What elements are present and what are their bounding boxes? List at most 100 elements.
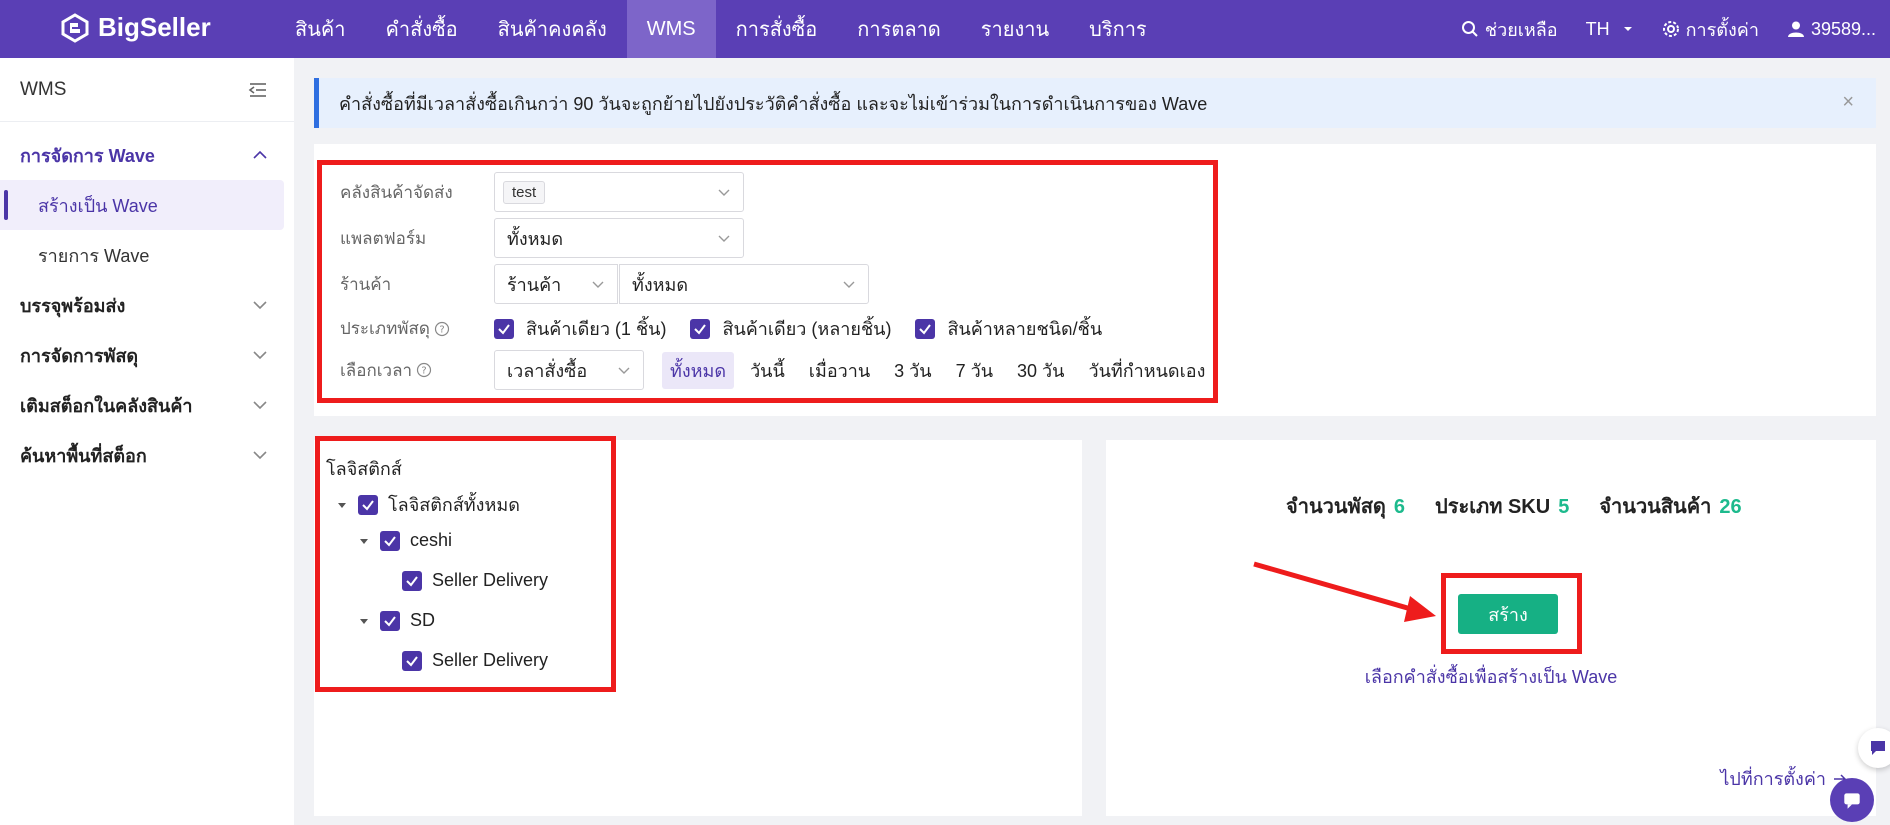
- store-value: ทั้งหมด: [632, 274, 689, 295]
- time-option-all[interactable]: ทั้งหมด: [662, 351, 735, 389]
- sidebar-item-wave-list[interactable]: รายการ Wave: [0, 230, 294, 280]
- caret-down-icon[interactable]: [336, 499, 348, 511]
- store-label: ร้านค้า: [340, 274, 392, 294]
- sidebar-group-wave[interactable]: การจัดการ Wave: [0, 130, 294, 180]
- checkbox-checked-icon[interactable]: [690, 318, 711, 339]
- store-select[interactable]: ทั้งหมด: [619, 264, 869, 304]
- checkbox-checked-icon[interactable]: [494, 318, 514, 339]
- stat-label: จำนวนสินค้า: [1599, 496, 1712, 518]
- stat-label: จำนวนพัสดุ: [1286, 496, 1386, 518]
- parcel-type-single-multi[interactable]: สินค้าเดียว (หลายชิ้น): [690, 314, 891, 343]
- checkbox-checked-icon[interactable]: [380, 610, 400, 631]
- time-option-yesterday[interactable]: เมื่อวาน: [801, 352, 878, 389]
- svg-text:?: ?: [421, 366, 426, 377]
- tree-node-label: ceshi: [410, 530, 453, 550]
- alert-text: คำสั่งซื้อที่มีเวลาสั่งซื้อเกินกว่า 90 ว…: [339, 93, 1208, 114]
- checkbox-checked-icon[interactable]: [402, 570, 422, 591]
- summary-stats: จำนวนพัสดุ 6 ประเภท SKU 5 จำนวนสินค้า 26: [1286, 490, 1742, 522]
- sidebar-item-create-wave[interactable]: สร้างเป็น Wave: [0, 180, 284, 230]
- nav-products[interactable]: สินค้า: [275, 0, 366, 58]
- checkbox-checked-icon[interactable]: [380, 530, 400, 551]
- gear-icon: [1662, 21, 1679, 37]
- goto-settings-link[interactable]: ไปที่การตั้งค่า: [1720, 764, 1848, 793]
- warehouse-select[interactable]: test: [494, 172, 744, 212]
- stat-value: 5: [1558, 496, 1570, 518]
- help-link[interactable]: ช่วยเหลือ: [1447, 15, 1572, 44]
- feedback-float-button[interactable]: [1858, 728, 1890, 768]
- tree-node-sd-seller-delivery[interactable]: Seller Delivery: [402, 650, 548, 671]
- checkbox-checked-icon[interactable]: [402, 650, 422, 671]
- search-icon: [1461, 21, 1478, 37]
- nav-orders[interactable]: คำสั่งซื้อ: [366, 0, 478, 58]
- stat-value: 6: [1393, 496, 1406, 518]
- platform-label: แพลตฟอร์ม: [340, 228, 427, 248]
- filter-row-parcel-type: ประเภทพัสดุ ? สินค้าเดียว (1 ชิ้น) สินค้…: [340, 314, 1126, 343]
- tree-node-all[interactable]: โลจิสติกส์ทั้งหมด: [336, 490, 520, 519]
- nav-inventory[interactable]: สินค้าคงคลัง: [478, 0, 627, 58]
- logo[interactable]: BigSeller: [60, 12, 211, 43]
- settings-link[interactable]: การตั้งค่า: [1648, 15, 1773, 44]
- parcel-type-label: ประเภทพัสดุ ?: [340, 315, 494, 342]
- support-chat-button[interactable]: [1830, 778, 1874, 822]
- checkbox-checked-icon[interactable]: [915, 318, 936, 339]
- collapse-menu-icon[interactable]: [248, 80, 268, 100]
- tree-node-label: โลจิสติกส์ทั้งหมด: [388, 495, 520, 515]
- nav-reports[interactable]: รายงาน: [961, 0, 1069, 58]
- language-label: TH: [1585, 18, 1610, 39]
- settings-label: การตั้งค่า: [1685, 19, 1759, 40]
- stat-parcels: จำนวนพัสดุ 6: [1286, 490, 1405, 522]
- user-name: 39589...: [1810, 18, 1876, 39]
- sidebar-group-label: เติมสต็อกในคลังสินค้า: [20, 395, 193, 416]
- tree-node-ceshi-seller-delivery[interactable]: Seller Delivery: [402, 570, 548, 591]
- chevron-down-icon: [843, 281, 855, 288]
- close-icon[interactable]: ×: [1842, 91, 1854, 114]
- warehouse-tag: test: [503, 180, 546, 204]
- caret-down-icon[interactable]: [358, 535, 370, 547]
- language-selector[interactable]: TH: [1572, 19, 1648, 40]
- time-label-text: เลือกเวลา: [340, 360, 413, 380]
- caret-down-icon[interactable]: [358, 615, 370, 627]
- checkbox-checked-icon[interactable]: [358, 494, 378, 515]
- tree-node-label: SD: [410, 610, 436, 630]
- filter-row-store: ร้านค้า ร้านค้า ทั้งหมด: [340, 264, 869, 304]
- store-type-select[interactable]: ร้านค้า: [494, 264, 618, 304]
- chevron-down-icon: [253, 351, 267, 360]
- sidebar-title: WMS: [20, 78, 67, 100]
- parcel-type-single-one[interactable]: สินค้าเดียว (1 ชิ้น): [494, 314, 666, 343]
- chevron-down-icon: [718, 235, 730, 242]
- chevron-down-icon: [592, 281, 604, 288]
- parcel-type-label-3: สินค้าหลายชนิด/ชิ้น: [947, 319, 1103, 339]
- svg-text:?: ?: [439, 324, 444, 335]
- parcel-type-multi[interactable]: สินค้าหลายชนิด/ชิ้น: [915, 314, 1102, 343]
- nav-services[interactable]: บริการ: [1069, 0, 1167, 58]
- nav-marketing[interactable]: การตลาด: [837, 0, 961, 58]
- help-icon[interactable]: ?: [416, 362, 432, 378]
- sidebar-group-parcel[interactable]: การจัดการพัสดุ: [0, 330, 294, 380]
- nav-wms[interactable]: WMS: [626, 0, 716, 58]
- sidebar-group-restock[interactable]: เติมสต็อกในคลังสินค้า: [0, 380, 294, 430]
- time-option-30days[interactable]: 30 วัน: [1009, 352, 1072, 389]
- filter-row-platform: แพลตฟอร์ม ทั้งหมด: [340, 218, 744, 258]
- nav-purchase[interactable]: การสั่งซื้อ: [716, 0, 838, 58]
- user-icon: [1787, 21, 1804, 37]
- create-wave-button[interactable]: สร้าง: [1458, 594, 1558, 634]
- sidebar-group-packing[interactable]: บรรจุพร้อมส่ง: [0, 280, 294, 330]
- help-icon[interactable]: ?: [434, 321, 450, 337]
- tree-node-sd[interactable]: SD: [358, 610, 435, 631]
- sidebar-group-stock-location[interactable]: ค้นหาพื้นที่สต็อก: [0, 430, 294, 480]
- main-menu: สินค้า คำสั่งซื้อ สินค้าคงคลัง WMS การสั…: [275, 0, 1167, 58]
- user-menu[interactable]: 39589...: [1773, 19, 1890, 40]
- time-type-select[interactable]: เวลาสั่งซื้อ: [494, 350, 644, 390]
- sidebar-group-label: บรรจุพร้อมส่ง: [20, 295, 126, 316]
- time-option-3days[interactable]: 3 วัน: [886, 352, 939, 389]
- chevron-down-icon: [253, 401, 267, 410]
- tree-node-label: Seller Delivery: [432, 650, 549, 670]
- tree-node-ceshi[interactable]: ceshi: [358, 530, 452, 551]
- time-type-value: เวลาสั่งซื้อ: [507, 360, 588, 381]
- sidebar-group-label: การจัดการ Wave: [20, 145, 155, 166]
- time-option-custom[interactable]: วันที่กำหนดเอง: [1080, 352, 1213, 389]
- goto-settings-label: ไปที่การตั้งค่า: [1720, 769, 1826, 789]
- time-option-7days[interactable]: 7 วัน: [948, 352, 1001, 389]
- time-option-today[interactable]: วันนี้: [742, 352, 793, 389]
- platform-select[interactable]: ทั้งหมด: [494, 218, 744, 258]
